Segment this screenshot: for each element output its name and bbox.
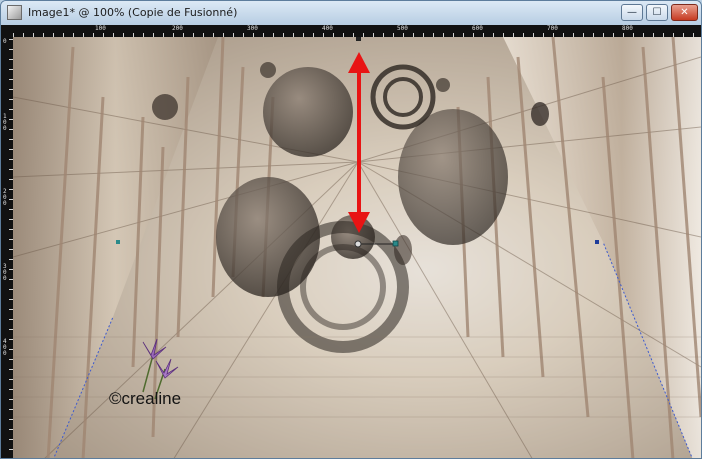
ruler-tick-label: 400 — [322, 25, 333, 32]
image-window: Image1* @ 100% (Copie de Fusionné) — ☐ ✕… — [0, 0, 702, 459]
close-button[interactable]: ✕ — [671, 4, 698, 21]
ruler-tick-label: 0 — [3, 38, 7, 45]
maximize-button[interactable]: ☐ — [646, 4, 668, 21]
ruler-tick-label: 700 — [547, 25, 558, 32]
ruler-tick-label: 400 — [3, 338, 7, 357]
ruler-tick-label: 100 — [3, 113, 7, 132]
ruler-tick-label: 600 — [472, 25, 483, 32]
horizontal-ruler[interactable]: 100 200 300 400 500 600 700 800 — [13, 25, 701, 37]
ruler-tick-label: 200 — [3, 188, 7, 207]
window-title: Image1* @ 100% (Copie de Fusionné) — [28, 6, 238, 19]
watermark-text: ©crealine — [109, 389, 182, 408]
image-canvas[interactable]: ©crealine — [13, 37, 701, 458]
ruler-tick-label: 200 — [172, 25, 183, 32]
ruler-tick-label: 300 — [247, 25, 258, 32]
ruler-tick-label: 500 — [397, 25, 408, 32]
image-document-icon — [7, 5, 22, 20]
title-bar[interactable]: Image1* @ 100% (Copie de Fusionné) — ☐ ✕ — [1, 1, 701, 25]
ruler-tick-label: 300 — [3, 263, 7, 282]
ruler-tick-label: 100 — [95, 25, 106, 32]
vertical-ruler[interactable]: 0 100 200 300 400 — [1, 37, 13, 458]
minimize-button[interactable]: — — [621, 4, 643, 21]
ruler-tick-label: 800 — [622, 25, 633, 32]
ruler-corner — [1, 25, 13, 37]
